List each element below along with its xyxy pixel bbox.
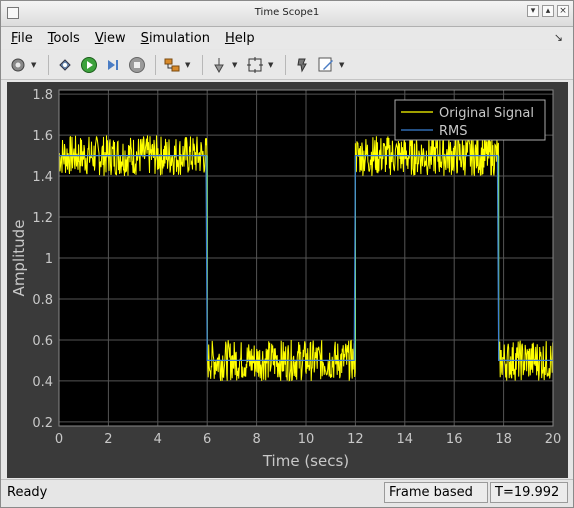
x-tick-label: 4 (154, 432, 162, 447)
x-axis-label: Time (secs) (262, 452, 349, 470)
x-tick-label: 16 (446, 432, 463, 447)
x-tick-label: 8 (252, 432, 260, 447)
x-tick-label: 6 (203, 432, 211, 447)
signal-select-dropdown-icon[interactable]: ▼ (185, 61, 193, 69)
run-icon[interactable] (78, 54, 100, 76)
style-dropdown-icon[interactable]: ▼ (339, 61, 347, 69)
y-axis-label: Amplitude (10, 220, 28, 297)
menu-tools[interactable]: Tools (48, 31, 80, 46)
minimize-button[interactable]: ▾ (527, 5, 539, 17)
legend-label: Original Signal (439, 106, 534, 121)
scope-display: 0 2 4 6 8 10 12 14 16 18 20 0.2 0.4 0.6 0.8 1 1.2 1.4 1.6 1… (7, 82, 568, 478)
y-tick-label: 0.6 (32, 334, 53, 349)
step-forward-icon[interactable] (102, 54, 124, 76)
probe-dropdown-icon[interactable]: ▼ (232, 61, 240, 69)
time-scope-window: Time Scope1 ▾ ▴ × File Tools View Simula… (0, 0, 574, 508)
menu-simulation[interactable]: Simulation (141, 31, 210, 46)
maximize-button[interactable]: ▴ (542, 5, 554, 17)
gear-dropdown-icon[interactable]: ▼ (31, 61, 39, 69)
y-tick-label: 0.4 (32, 375, 53, 390)
zoom-dropdown-icon[interactable]: ▼ (268, 61, 276, 69)
gear-icon[interactable] (7, 54, 29, 76)
signal-probe-icon[interactable] (208, 54, 230, 76)
y-tick-label: 1.4 (32, 170, 53, 185)
window-title: Time Scope1 (254, 7, 320, 18)
status-sim-time: T=19.992 (490, 482, 568, 503)
window-controls: ▾ ▴ × (527, 5, 569, 17)
y-tick-label: 1 (45, 252, 53, 267)
y-tick-label: 0.2 (32, 416, 53, 431)
x-tick-label: 20 (545, 432, 562, 447)
menu-view[interactable]: View (95, 31, 126, 46)
highlight-icon[interactable] (54, 54, 76, 76)
scope-chart: 0 2 4 6 8 10 12 14 16 18 20 0.2 0.4 0.6 0.8 1 1.2 1.4 1.6 1… (10, 88, 562, 470)
y-tick-label: 1.2 (32, 211, 53, 226)
status-frame-mode: Frame based (384, 482, 488, 503)
y-tick-label: 1.6 (32, 129, 53, 144)
x-tick-label: 18 (495, 432, 512, 447)
menu-bar: File Tools View Simulation Help ↘ (1, 27, 573, 49)
legend-label: RMS (439, 124, 468, 139)
x-tick-label: 0 (55, 432, 63, 447)
stop-icon[interactable] (126, 54, 148, 76)
zoom-fit-icon[interactable] (244, 54, 266, 76)
signal-select-icon[interactable] (161, 54, 183, 76)
x-tick-label: 12 (347, 432, 364, 447)
style-icon[interactable] (315, 54, 337, 76)
x-tick-label: 2 (104, 432, 112, 447)
y-tick-label: 0.8 (32, 293, 53, 308)
close-button[interactable]: × (557, 5, 569, 17)
x-tick-label: 10 (298, 432, 315, 447)
title-bar: Time Scope1 ▾ ▴ × (1, 1, 573, 27)
pin-icon[interactable] (291, 54, 313, 76)
toolbar: ▼ ▼ ▼ ▼ ▼ (1, 50, 573, 80)
status-ready: Ready (7, 485, 48, 500)
y-tick-label: 1.8 (32, 88, 53, 103)
dock-arrow-icon[interactable]: ↘ (554, 31, 563, 44)
menu-file[interactable]: File (11, 31, 33, 46)
x-tick-label: 14 (397, 432, 414, 447)
status-bar: Ready Frame based T=19.992 (1, 479, 573, 507)
menu-help[interactable]: Help (225, 31, 255, 46)
